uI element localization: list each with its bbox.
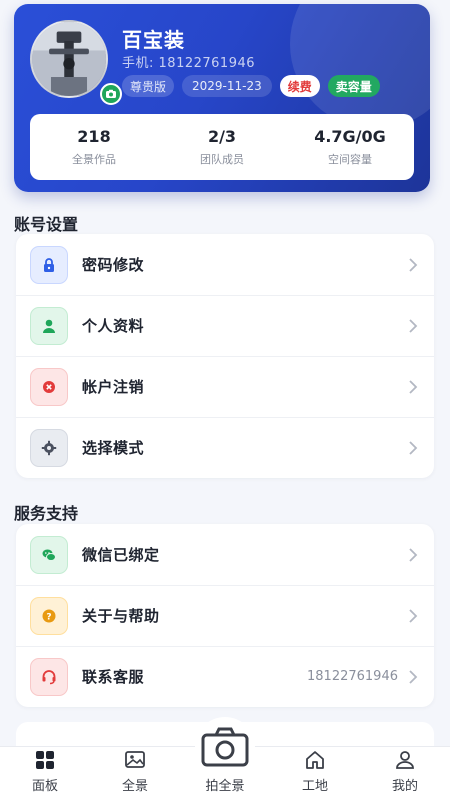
menu-item-mode[interactable]: 选择模式 — [16, 417, 434, 478]
tab-label: 拍全景 — [205, 779, 245, 794]
decor-circle — [290, 4, 430, 129]
menu-label: 选择模式 — [82, 439, 145, 457]
tab-label: 面板 — [31, 779, 58, 794]
stat-label: 空间容量 — [328, 153, 372, 166]
menu-item-wechat[interactable]: 微信已绑定 — [16, 524, 434, 585]
profile-card: 百宝装 手机: 18122761946 尊贵版 2029-11-23 续费 卖容… — [14, 4, 430, 192]
chevron-right-icon — [409, 608, 418, 623]
level-badge: 尊贵版 — [122, 75, 175, 97]
tab-label: 工地 — [301, 779, 328, 794]
grid-icon — [36, 751, 54, 769]
tab-dashboard[interactable]: 面板 — [0, 747, 90, 800]
service-menu: 微信已绑定 ? 关于与帮助 联系客服 18122761946 — [16, 524, 434, 707]
image-icon — [125, 751, 145, 768]
cancel-icon — [30, 367, 68, 406]
chevron-right-icon — [409, 257, 418, 272]
tab-panorama[interactable]: 全景 — [90, 747, 180, 800]
menu-label: 密码修改 — [82, 256, 145, 274]
headset-icon — [30, 657, 68, 696]
service-phone: 18122761946 — [307, 669, 398, 684]
stat-works[interactable]: 218 全景作品 — [30, 127, 158, 167]
stat-value: 2/3 — [207, 127, 237, 146]
chevron-right-icon — [409, 318, 418, 333]
tab-mine[interactable]: 我的 — [360, 747, 450, 800]
lock-icon — [30, 245, 68, 284]
user-name: 百宝装 — [122, 28, 185, 52]
menu-item-deactivate[interactable]: 帐户注销 — [16, 356, 434, 417]
menu-item-profile[interactable]: 个人资料 — [16, 295, 434, 356]
stat-label: 团队成员 — [200, 153, 244, 166]
camera-badge[interactable] — [100, 83, 122, 105]
menu-label: 关于与帮助 — [82, 607, 160, 625]
bottom-tabbar: 面板 全景 拍全景 工地 我的 — [0, 717, 450, 800]
stat-value: 4.7G/0G — [314, 127, 386, 146]
camera-icon — [201, 727, 249, 767]
avatar[interactable] — [30, 20, 108, 98]
chevron-right-icon — [409, 669, 418, 684]
menu-label: 个人资料 — [82, 317, 145, 335]
chevron-right-icon — [409, 379, 418, 394]
capture-button[interactable] — [195, 717, 255, 777]
menu-item-password[interactable]: 密码修改 — [16, 234, 434, 295]
stats-box: 218 全景作品 2/3 团队成员 4.7G/0G 空间容量 — [30, 114, 414, 180]
menu-label: 微信已绑定 — [82, 546, 160, 564]
sell-capacity-button[interactable]: 卖容量 — [327, 75, 380, 97]
section-title-service: 服务支持 — [14, 504, 79, 523]
stat-storage[interactable]: 4.7G/0G 空间容量 — [286, 127, 414, 167]
svg-text:?: ? — [46, 612, 51, 622]
camera-icon — [106, 89, 116, 98]
menu-label: 帐户注销 — [82, 378, 145, 396]
stat-team[interactable]: 2/3 团队成员 — [158, 127, 286, 167]
renew-button[interactable]: 续费 — [279, 75, 320, 97]
home-icon — [306, 751, 324, 769]
section-title-account: 账号设置 — [14, 215, 79, 234]
stat-value: 218 — [77, 127, 111, 146]
menu-label: 联系客服 — [82, 668, 145, 686]
tab-capture[interactable]: 拍全景 — [180, 717, 270, 800]
user-phone: 手机: 18122761946 — [122, 52, 255, 71]
menu-item-help[interactable]: ? 关于与帮助 — [16, 585, 434, 646]
chevron-right-icon — [409, 440, 418, 455]
expire-date-badge: 2029-11-23 — [182, 75, 272, 97]
tab-site[interactable]: 工地 — [270, 747, 360, 800]
stat-label: 全景作品 — [72, 153, 116, 166]
account-menu: 密码修改 个人资料 帐户注销 选择模式 — [16, 234, 434, 478]
tab-label: 全景 — [121, 779, 148, 794]
gear-icon — [30, 428, 68, 467]
menu-item-customer-service[interactable]: 联系客服 18122761946 — [16, 646, 434, 707]
phone-number: 18122761946 — [158, 56, 256, 71]
help-icon: ? — [30, 596, 68, 635]
tab-label: 我的 — [391, 779, 418, 794]
user-icon — [30, 306, 68, 345]
wechat-icon — [30, 535, 68, 574]
chevron-right-icon — [409, 547, 418, 562]
user-icon — [396, 751, 414, 769]
phone-label: 手机: — [122, 56, 154, 71]
tag-row: 尊贵版 2029-11-23 续费 卖容量 — [122, 75, 380, 97]
